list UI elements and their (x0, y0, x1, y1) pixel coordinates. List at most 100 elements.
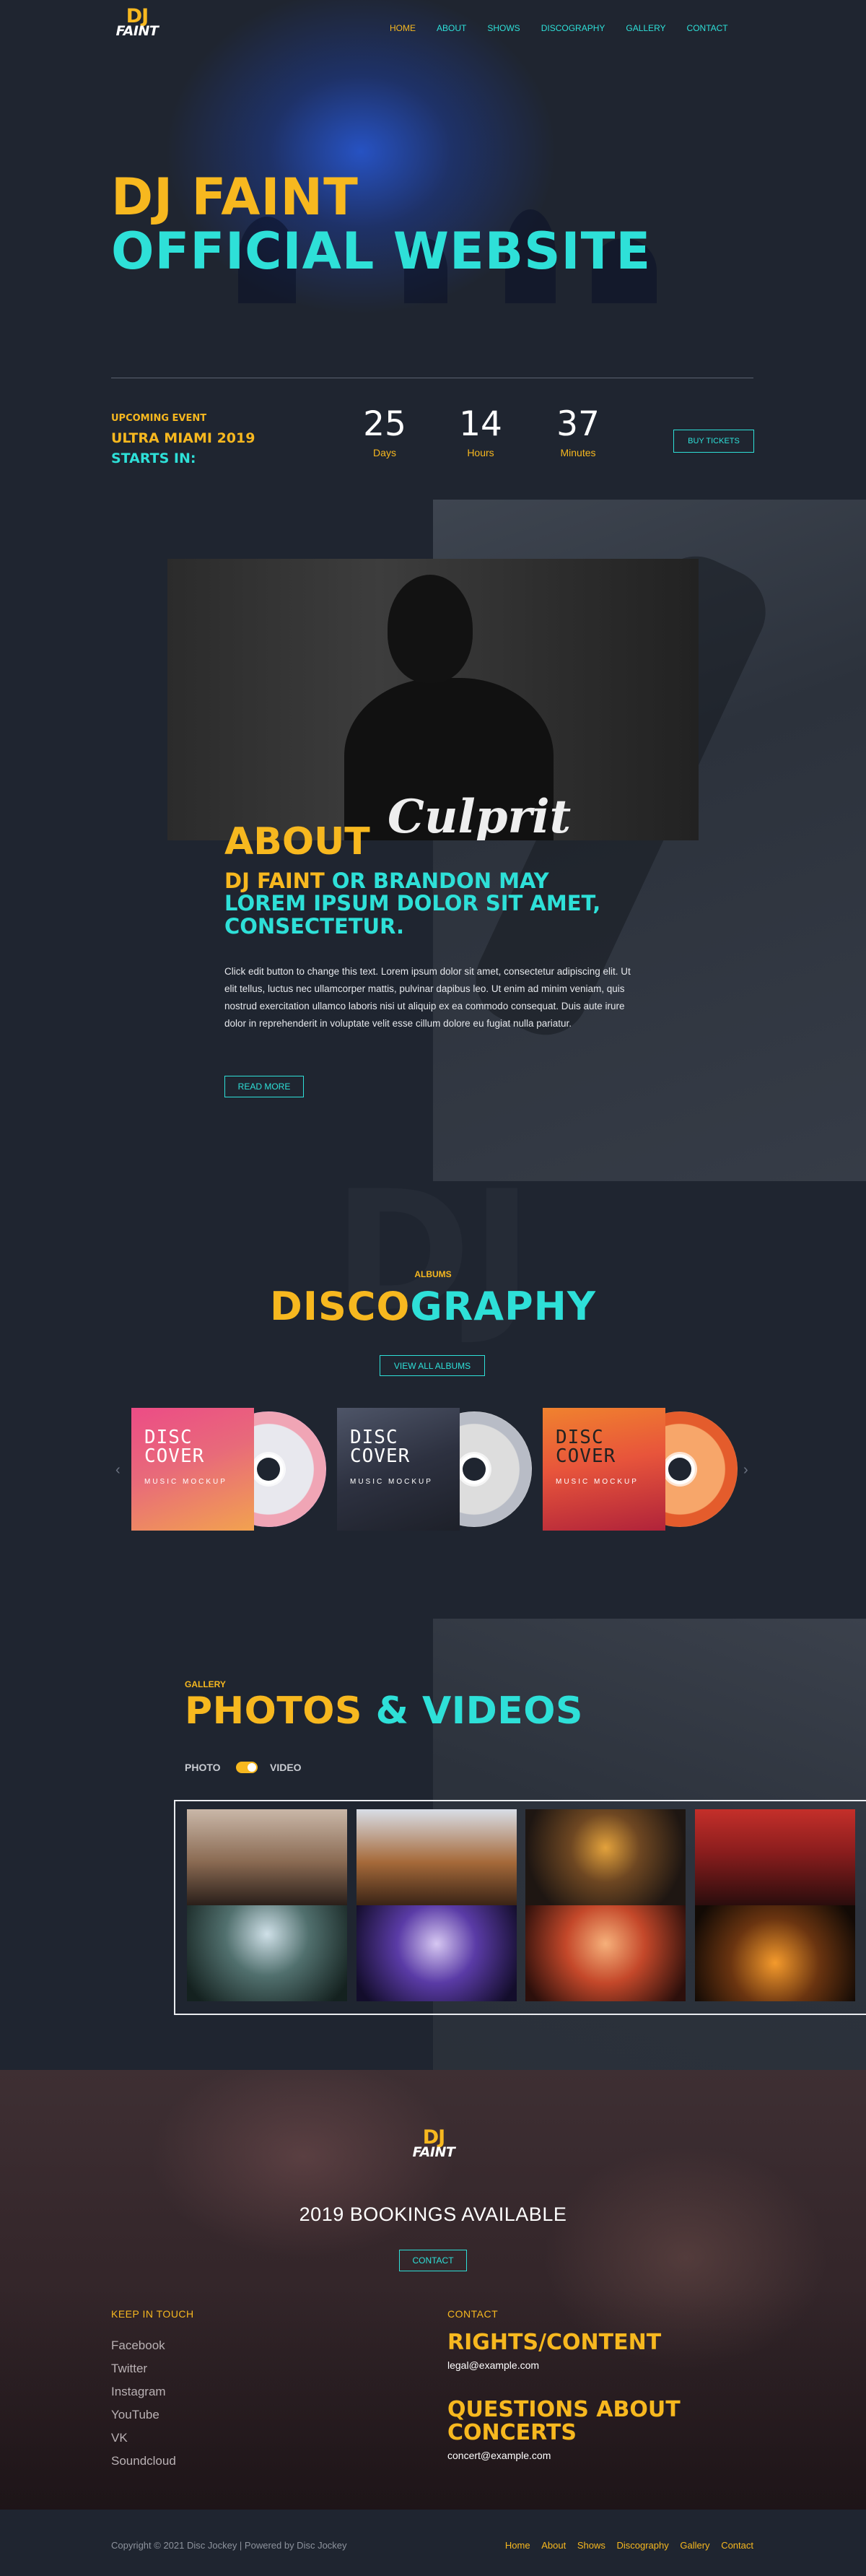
hero-title-line2: OFFICIAL WEBSITE (111, 222, 652, 281)
gallery-title-part1: PHOTOS (185, 1689, 362, 1733)
nav-gallery[interactable]: GALLERY (626, 23, 665, 33)
concert-email[interactable]: concert@example.com (447, 2450, 551, 2461)
logo-faint-text: FAINT (412, 2144, 455, 2160)
countdown-days: 25 Days (352, 404, 417, 458)
discography-title: DISCOGRAPHY (0, 1284, 866, 1329)
cover-mockup-text: MUSIC MOCKUP (144, 1478, 227, 1486)
chevron-right-icon[interactable]: › (743, 1462, 748, 1479)
social-youtube[interactable]: YouTube (111, 2403, 176, 2427)
event-name: ULTRA MIAMI 2019 (111, 430, 255, 446)
album-cover: DISC COVER MUSIC MOCKUP (131, 1408, 254, 1531)
rights-content-title: RIGHTS/CONTENT (447, 2330, 662, 2355)
photo-toggle-label: PHOTO (185, 1762, 221, 1773)
hero-title-line1: DJ FAINT (111, 167, 359, 227)
footer-nav-shows[interactable]: Shows (577, 2540, 605, 2551)
cover-title: DISC COVER (350, 1427, 411, 1467)
countdown-value: 37 (556, 404, 600, 444)
footer-nav: Home About Shows Discography Gallery Con… (497, 2540, 753, 2551)
event-starts-label: STARTS IN: (111, 451, 196, 466)
countdown-unit: Minutes (560, 447, 596, 458)
gallery-photo[interactable] (525, 1809, 686, 1905)
countdown-hours: 14 Hours (448, 404, 513, 458)
cover-title: DISC COVER (556, 1427, 616, 1467)
nav-home[interactable]: HOME (390, 23, 416, 33)
event-kicker: UPCOMING EVENT (111, 413, 207, 424)
social-facebook[interactable]: Facebook (111, 2334, 176, 2357)
social-vk[interactable]: VK (111, 2427, 176, 2450)
footer-nav-about[interactable]: About (541, 2540, 566, 2551)
gallery-photo[interactable] (357, 1809, 517, 1905)
gallery-photo[interactable] (695, 1905, 855, 2001)
gallery-photo[interactable] (187, 1905, 347, 2001)
cover-title: DISC COVER (144, 1427, 205, 1467)
album-card[interactable]: DISC COVER MUSIC MOCKUP (543, 1408, 738, 1531)
nav-contact[interactable]: CONTACT (687, 23, 728, 33)
footer-nav-contact[interactable]: Contact (721, 2540, 753, 2551)
social-links: Facebook Twitter Instagram YouTube VK So… (111, 2334, 176, 2473)
about-sub-line1: OR BRANDON MAY (324, 869, 549, 893)
about-sub-line2: LOREM IPSUM DOLOR SIT AMET, (224, 891, 601, 916)
shirt-lettering: Culprit (388, 790, 572, 840)
about-portrait-photo: Culprit (167, 559, 699, 840)
cover-mockup-text: MUSIC MOCKUP (350, 1478, 433, 1486)
countdown-minutes: 37 Minutes (546, 404, 611, 458)
chevron-left-icon[interactable]: ‹ (115, 1462, 121, 1479)
gallery-title-part2: VIDEOS (422, 1689, 583, 1733)
album-cover: DISC COVER MUSIC MOCKUP (337, 1408, 460, 1531)
gallery-photo[interactable] (357, 1905, 517, 2001)
gallery-title: PHOTOS & VIDEOS (185, 1689, 583, 1733)
read-more-button[interactable]: READ MORE (224, 1076, 304, 1097)
countdown-unit: Hours (467, 447, 494, 458)
contact-button[interactable]: CONTACT (399, 2250, 467, 2271)
gallery-grid (174, 1800, 866, 2015)
footer-nav-gallery[interactable]: Gallery (680, 2540, 709, 2551)
cd-hole (668, 1458, 691, 1481)
concerts-title-line1: QUESTIONS ABOUT (447, 2397, 681, 2422)
site-logo[interactable]: DJ FAINT (110, 6, 165, 39)
contact-heading: CONTACT (447, 2308, 499, 2320)
person-head (388, 575, 473, 683)
toggle-knob (248, 1763, 256, 1772)
countdown-value: 14 (459, 404, 502, 444)
nav-shows[interactable]: SHOWS (487, 23, 520, 33)
disco-title-part2: GRAPHY (410, 1284, 596, 1329)
social-twitter[interactable]: Twitter (111, 2357, 176, 2380)
gallery-photo[interactable] (187, 1809, 347, 1905)
about-subtitle: DJ FAINT OR BRANDON MAY LOREM IPSUM DOLO… (224, 869, 657, 939)
disco-title-part1: DISCO (270, 1284, 411, 1329)
keep-in-touch-heading: KEEP IN TOUCH (111, 2308, 194, 2320)
nav-discography[interactable]: DISCOGRAPHY (541, 23, 605, 33)
social-instagram[interactable]: Instagram (111, 2380, 176, 2403)
footer-nav-home[interactable]: Home (505, 2540, 530, 2551)
copyright-text: Copyright © 2021 Disc Jockey | Powered b… (111, 2540, 347, 2551)
footer-nav-discography[interactable]: Discography (616, 2540, 668, 2551)
album-card[interactable]: DISC COVER MUSIC MOCKUP (131, 1408, 326, 1531)
discography-kicker: ALBUMS (414, 1269, 452, 1279)
gallery-kicker: GALLERY (185, 1679, 226, 1689)
nav-about[interactable]: ABOUT (437, 23, 466, 33)
bookings-headline: 2019 BOOKINGS AVAILABLE (299, 2203, 567, 2225)
cover-mockup-text: MUSIC MOCKUP (556, 1478, 639, 1486)
about-title: ABOUT (224, 820, 370, 863)
album-card[interactable]: DISC COVER MUSIC MOCKUP (337, 1408, 532, 1531)
social-soundcloud[interactable]: Soundcloud (111, 2450, 176, 2473)
buy-tickets-button[interactable]: BUY TICKETS (673, 430, 754, 453)
video-toggle-label: VIDEO (270, 1762, 302, 1773)
concerts-title-line2: CONCERTS (447, 2419, 577, 2445)
bottom-bar: Copyright © 2021 Disc Jockey | Powered b… (0, 2510, 866, 2576)
gallery-title-amp: & (362, 1689, 423, 1733)
gallery-photo[interactable] (525, 1905, 686, 2001)
countdown-value: 25 (363, 404, 406, 444)
logo-faint-text: FAINT (115, 22, 159, 39)
footer-logo: DJ FAINT (405, 2128, 463, 2160)
gallery-photo[interactable] (695, 1809, 855, 1905)
view-all-albums-button[interactable]: VIEW ALL ALBUMS (380, 1355, 485, 1376)
cd-hole (257, 1458, 280, 1481)
about-sub-line3: CONSECTETUR. (224, 913, 404, 939)
about-body: Click edit button to change this text. L… (224, 966, 631, 1030)
photo-video-toggle[interactable] (236, 1762, 258, 1773)
concerts-title: QUESTIONS ABOUT CONCERTS (447, 2398, 681, 2444)
cd-hole (463, 1458, 486, 1481)
about-sub-name: DJ FAINT (224, 869, 325, 893)
legal-email[interactable]: legal@example.com (447, 2359, 539, 2371)
